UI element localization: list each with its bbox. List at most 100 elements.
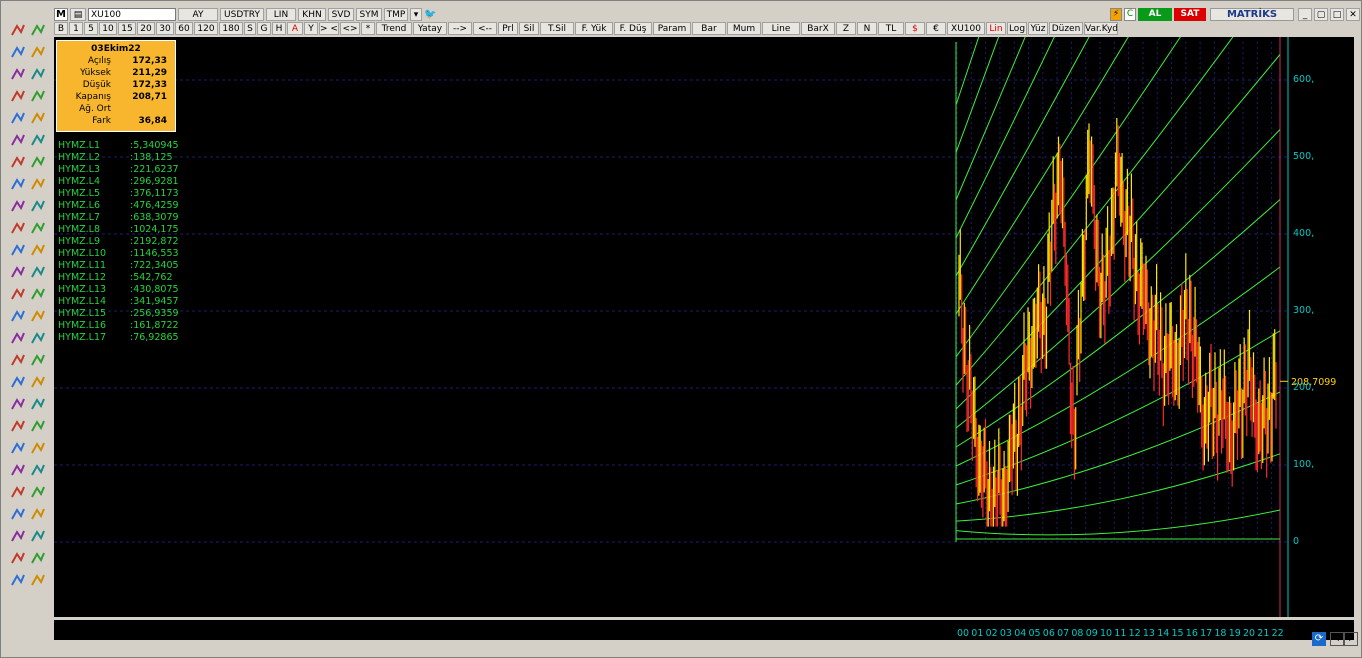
draw-icon[interactable] bbox=[10, 22, 26, 38]
crosshair-icon[interactable] bbox=[30, 66, 46, 82]
arrow-left-icon[interactable] bbox=[30, 154, 46, 170]
close-button[interactable]: ✕ bbox=[1346, 8, 1360, 21]
up-icon[interactable] bbox=[10, 374, 26, 390]
interval-button[interactable]: 5 bbox=[84, 22, 98, 35]
tool-button[interactable]: <-- bbox=[473, 22, 497, 35]
sym-button[interactable]: SYM bbox=[356, 8, 382, 21]
collapse-icon[interactable]: ▸ bbox=[1344, 632, 1358, 646]
tool-button[interactable]: Var.Kyd bbox=[1084, 22, 1118, 35]
tool-button[interactable]: Sil bbox=[519, 22, 539, 35]
box-icon[interactable] bbox=[30, 352, 46, 368]
pen-icon[interactable] bbox=[30, 330, 46, 346]
tool-button[interactable]: Yatay bbox=[413, 22, 447, 35]
left-icon[interactable] bbox=[10, 330, 26, 346]
bar-icon[interactable] bbox=[30, 242, 46, 258]
interval-button[interactable]: 1 bbox=[69, 22, 83, 35]
minus-icon[interactable] bbox=[30, 220, 46, 236]
tool-button[interactable]: Z bbox=[836, 22, 856, 35]
interval-button[interactable]: 10 bbox=[99, 22, 117, 35]
chart-icon[interactable] bbox=[30, 374, 46, 390]
tool-button[interactable]: Lin bbox=[986, 22, 1006, 35]
tool-button[interactable]: BarX bbox=[801, 22, 835, 35]
tool-button[interactable]: Mum bbox=[727, 22, 761, 35]
tmp-button[interactable]: TMP bbox=[384, 8, 408, 21]
tool-button[interactable]: Param bbox=[653, 22, 691, 35]
tool-button[interactable]: > < bbox=[319, 22, 339, 35]
interval-button[interactable]: A bbox=[287, 22, 303, 35]
tool-button[interactable]: T.Sil bbox=[540, 22, 574, 35]
tool-button[interactable]: N bbox=[857, 22, 877, 35]
right-icon[interactable] bbox=[10, 352, 26, 368]
trend-icon[interactable] bbox=[10, 110, 26, 126]
buy-button[interactable]: AL bbox=[1138, 8, 1172, 21]
interval-button[interactable]: 15 bbox=[118, 22, 136, 35]
interval-button[interactable]: 120 bbox=[194, 22, 218, 35]
chart9-icon[interactable] bbox=[30, 528, 46, 544]
sell-button[interactable]: SAT bbox=[1174, 8, 1206, 21]
symbol-input[interactable]: XU100 bbox=[88, 8, 176, 21]
tool-button[interactable]: € bbox=[926, 22, 946, 35]
tool-button[interactable]: Bar bbox=[692, 22, 726, 35]
twitter-icon[interactable]: 🐦 bbox=[424, 8, 436, 21]
cross-icon[interactable] bbox=[10, 220, 26, 236]
svd-button[interactable]: SVD bbox=[328, 8, 354, 21]
interval-button[interactable]: 20 bbox=[137, 22, 155, 35]
sync-icon[interactable]: ⟳ bbox=[1312, 632, 1326, 646]
tool-button[interactable]: XU100 bbox=[947, 22, 985, 35]
chart13-icon[interactable] bbox=[30, 572, 46, 588]
expand-icon[interactable]: ◂ bbox=[1330, 632, 1344, 646]
tool-button[interactable]: Log bbox=[1007, 22, 1027, 35]
dropdown-arrow-icon[interactable]: ▾ bbox=[410, 8, 422, 21]
maximize-button[interactable]: □ bbox=[1330, 8, 1344, 21]
chart8-icon[interactable] bbox=[10, 528, 26, 544]
arrow-right-icon[interactable] bbox=[30, 176, 46, 192]
parallel-icon[interactable] bbox=[10, 88, 26, 104]
chart11-icon[interactable] bbox=[30, 550, 46, 566]
magnet2-icon[interactable] bbox=[10, 506, 26, 522]
bucket-icon[interactable] bbox=[10, 154, 26, 170]
price-chart-svg[interactable] bbox=[54, 0, 1354, 617]
x-icon[interactable] bbox=[10, 484, 26, 500]
chart12-icon[interactable] bbox=[10, 572, 26, 588]
zoom-icon[interactable] bbox=[10, 418, 26, 434]
minimize-button[interactable]: _ bbox=[1298, 8, 1312, 21]
chart3-icon[interactable] bbox=[30, 418, 46, 434]
tool-button[interactable]: TL bbox=[878, 22, 904, 35]
tool-button[interactable]: --> bbox=[448, 22, 472, 35]
leaf-icon[interactable] bbox=[30, 286, 46, 302]
period-select[interactable]: AY bbox=[178, 8, 218, 21]
tool-button[interactable]: * bbox=[361, 22, 375, 35]
pin-icon[interactable] bbox=[30, 110, 46, 126]
interval-button[interactable]: H bbox=[272, 22, 286, 35]
lock-icon[interactable] bbox=[30, 22, 46, 38]
swap-icon[interactable] bbox=[10, 242, 26, 258]
tool-button[interactable]: Line bbox=[762, 22, 800, 35]
chart7-icon[interactable] bbox=[30, 506, 46, 522]
diag-icon[interactable] bbox=[30, 308, 46, 324]
interval-button[interactable]: 30 bbox=[156, 22, 174, 35]
bell-icon[interactable] bbox=[10, 198, 26, 214]
interval-button[interactable]: S bbox=[244, 22, 256, 35]
list-icon[interactable] bbox=[30, 198, 46, 214]
chart6-icon[interactable] bbox=[30, 484, 46, 500]
image-icon[interactable] bbox=[10, 462, 26, 478]
updown-icon[interactable] bbox=[10, 286, 26, 302]
refresh-icon[interactable]: C bbox=[1124, 8, 1136, 21]
tools-icon[interactable] bbox=[10, 132, 26, 148]
tool-button[interactable]: Yüz bbox=[1028, 22, 1048, 35]
tool-button[interactable]: Düzen bbox=[1049, 22, 1083, 35]
tool-button[interactable]: Trend bbox=[376, 22, 412, 35]
magnet-icon[interactable] bbox=[30, 264, 46, 280]
scale-select[interactable]: LIN bbox=[266, 8, 296, 21]
tool-button[interactable]: <> bbox=[340, 22, 360, 35]
interval-button[interactable]: 180 bbox=[219, 22, 243, 35]
interval-button[interactable]: Y bbox=[304, 22, 318, 35]
tool-button[interactable]: F. Düş bbox=[614, 22, 652, 35]
star-icon[interactable] bbox=[10, 308, 26, 324]
interval-button[interactable]: B bbox=[54, 22, 68, 35]
cursor-icon[interactable] bbox=[30, 44, 46, 60]
chart-area[interactable] bbox=[54, 0, 1354, 617]
chart10-icon[interactable] bbox=[10, 550, 26, 566]
vertical-icon[interactable] bbox=[10, 264, 26, 280]
lightning-icon[interactable]: ⚡ bbox=[1110, 8, 1122, 21]
